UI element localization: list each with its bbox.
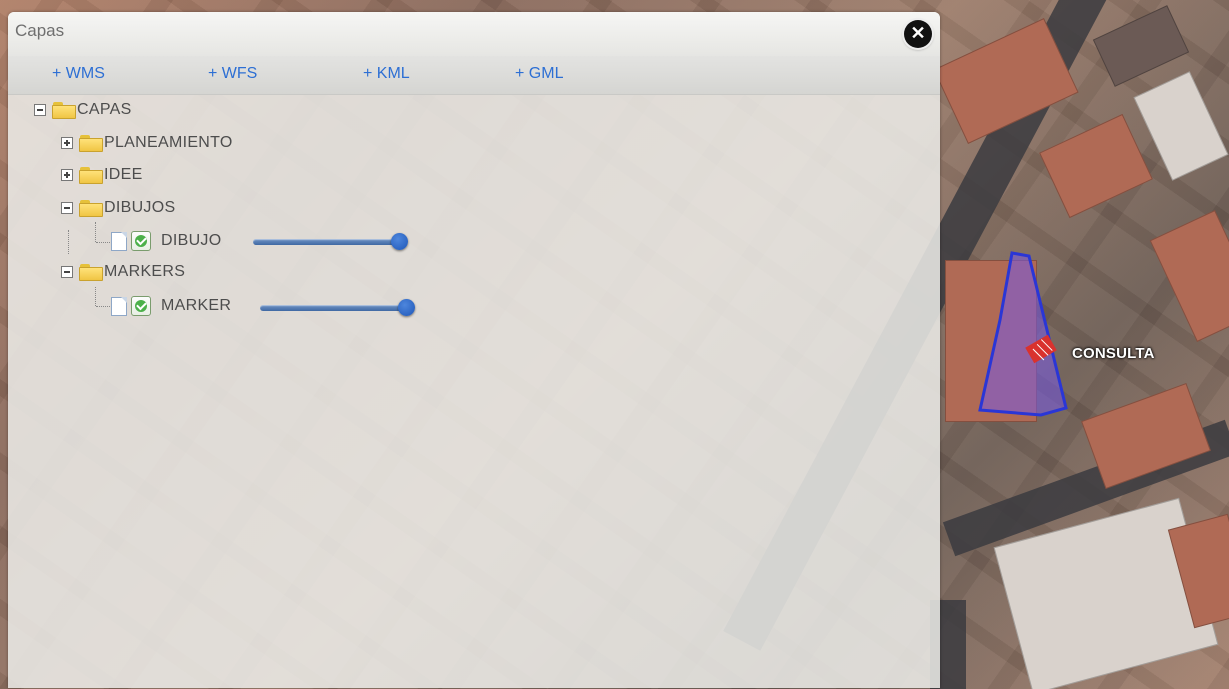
- layer-item-marker[interactable]: MARKER: [111, 294, 231, 318]
- consulta-area[interactable]: [978, 251, 1068, 417]
- layer-visibility-checkbox[interactable]: [131, 296, 151, 316]
- collapse-icon[interactable]: [34, 104, 46, 116]
- add-layer-toolbar: + WMS + WFS + KML + GML: [8, 56, 940, 95]
- tree-connector: [68, 230, 69, 254]
- add-wms-button[interactable]: + WMS: [52, 65, 105, 83]
- document-icon: [111, 296, 127, 316]
- collapse-icon[interactable]: [61, 266, 73, 278]
- tree-connector: [95, 287, 96, 306]
- tree-node-idee[interactable]: IDEE: [61, 163, 143, 187]
- panel-header: Capas ✕: [8, 12, 940, 56]
- tree-node-planeamiento[interactable]: PLANEAMIENTO: [61, 131, 233, 155]
- tree-node-dibujos[interactable]: DIBUJOS: [61, 196, 175, 220]
- opacity-slider-dibujo[interactable]: [253, 233, 408, 250]
- tree-connector: [96, 306, 110, 307]
- opacity-slider-marker[interactable]: [260, 299, 415, 316]
- add-gml-button[interactable]: + GML: [515, 65, 563, 83]
- document-icon: [111, 231, 127, 251]
- expand-icon[interactable]: [61, 169, 73, 181]
- tree-node-label[interactable]: CAPAS: [77, 101, 132, 119]
- tree-node-label[interactable]: MARKERS: [104, 263, 185, 281]
- layer-label[interactable]: MARKER: [161, 297, 231, 315]
- add-kml-button[interactable]: + KML: [363, 65, 410, 83]
- add-wfs-button[interactable]: + WFS: [208, 65, 257, 83]
- tree-node-capas[interactable]: CAPAS: [34, 98, 132, 122]
- consulta-label[interactable]: CONSULTA: [1072, 345, 1155, 362]
- close-icon[interactable]: ✕: [904, 20, 932, 48]
- tree-node-markers[interactable]: MARKERS: [61, 260, 185, 284]
- folder-icon: [79, 166, 103, 184]
- tree-node-label[interactable]: DIBUJOS: [104, 199, 175, 217]
- layers-panel: Capas ✕ + WMS + WFS + KML + GML CAPAS PL…: [8, 12, 940, 688]
- tree-node-label[interactable]: IDEE: [104, 166, 143, 184]
- collapse-icon[interactable]: [61, 202, 73, 214]
- tree-node-label[interactable]: PLANEAMIENTO: [104, 134, 233, 152]
- folder-icon: [79, 134, 103, 152]
- slider-handle[interactable]: [391, 233, 408, 250]
- expand-icon[interactable]: [61, 137, 73, 149]
- slider-handle[interactable]: [398, 299, 415, 316]
- folder-icon: [79, 263, 103, 281]
- panel-title: Capas: [15, 21, 65, 40]
- layer-visibility-checkbox[interactable]: [131, 231, 151, 251]
- folder-icon: [52, 101, 76, 119]
- layer-item-dibujo[interactable]: DIBUJO: [111, 229, 221, 253]
- tree-connector: [95, 222, 96, 242]
- folder-icon: [79, 199, 103, 217]
- tree-connector: [96, 242, 110, 243]
- layer-label[interactable]: DIBUJO: [161, 232, 221, 250]
